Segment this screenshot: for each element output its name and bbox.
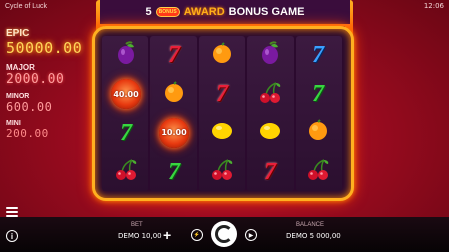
jackpot-value: 600.00: [6, 100, 53, 114]
symbol-orange: [150, 75, 198, 114]
jackpot-major: MAJOR 2000.00: [6, 63, 96, 87]
jackpot-name: MINOR: [6, 93, 30, 100]
banner-count: 5: [145, 6, 152, 18]
symbol-cherry: [102, 152, 150, 191]
bonus-badge: BONUS: [155, 7, 180, 17]
seven-green-icon: 7: [312, 81, 324, 108]
clock: 12:06: [423, 2, 444, 10]
bet-label: BET: [131, 222, 143, 228]
turbo-icon[interactable]: ⚡: [191, 229, 203, 241]
symbol-lemon: [246, 114, 294, 153]
symbol-orange: [198, 36, 246, 75]
symbol-seven-red: 7: [246, 152, 294, 191]
cherry-icon: [113, 156, 139, 187]
symbol-plum: [102, 36, 150, 75]
jackpot-value: 50000.00: [6, 39, 83, 57]
symbol-seven-red: 7: [150, 36, 198, 75]
lemon-icon: [257, 117, 283, 148]
orange-icon: [161, 79, 187, 110]
symbol-coin: 10.00: [150, 114, 198, 153]
jackpot-panel: EPIC 50000.00 MAJOR 2000.00 MINOR 600.00…: [6, 28, 96, 146]
seven-green-icon: 7: [168, 158, 180, 185]
coin-value: 40.00: [111, 79, 141, 110]
plum-icon: [113, 40, 139, 71]
spin-icon: [215, 225, 233, 243]
symbol-plum: [246, 36, 294, 75]
jackpot-value: 200.00: [6, 127, 49, 140]
seven-green-icon: 7: [120, 119, 132, 146]
coin-value: 10.00: [159, 117, 189, 148]
symbol-coin: 40.00: [102, 75, 150, 114]
symbol-seven-red: 7: [198, 75, 246, 114]
seven-red-icon: 7: [168, 42, 180, 69]
banner-award: AWARD: [183, 6, 225, 18]
symbol-seven-green: 7: [150, 152, 198, 191]
info-icon[interactable]: i: [6, 230, 18, 242]
bet-value: DEMO 10,00: [118, 232, 162, 240]
cherry-icon: [209, 156, 235, 187]
app-title: Cycle of Luck: [5, 2, 48, 10]
symbol-lemon: [198, 114, 246, 153]
reel-grid: 7 7 40.00 7 7 7 10.00 7 7: [102, 36, 342, 191]
orange-icon: [305, 117, 331, 148]
menu-icon[interactable]: [6, 207, 18, 217]
jackpot-mini: MINI 200.00: [6, 120, 96, 140]
jackpot-epic: EPIC 50000.00: [6, 28, 96, 57]
orange-icon: [209, 40, 235, 71]
symbol-orange: [294, 114, 342, 153]
symbol-seven-green: 7: [294, 75, 342, 114]
seven-red-icon: 7: [216, 81, 228, 108]
seven-blue-icon: 7: [312, 42, 324, 69]
spin-button[interactable]: [211, 221, 237, 247]
symbol-cherry: [294, 152, 342, 191]
plum-icon: [257, 40, 283, 71]
jackpot-name: EPIC: [6, 28, 30, 39]
cherry-icon: [305, 156, 331, 187]
symbol-seven-blue: 7: [294, 36, 342, 75]
balance-label: BALANCE: [296, 222, 325, 228]
lemon-icon: [209, 117, 235, 148]
symbol-cherry: [246, 75, 294, 114]
cherry-icon: [257, 79, 283, 110]
symbol-cherry: [198, 152, 246, 191]
banner-text: BONUS GAME: [228, 6, 305, 18]
jackpot-name: MAJOR: [6, 63, 35, 72]
seven-red-icon: 7: [264, 158, 276, 185]
balance-value: DEMO 5 000,00: [286, 232, 341, 240]
jackpot-name: MINI: [6, 120, 21, 127]
jackpot-value: 2000.00: [6, 72, 65, 87]
symbol-seven-green: 7: [102, 114, 150, 153]
autoplay-icon[interactable]: ▶: [245, 229, 257, 241]
increase-bet-button[interactable]: +: [163, 227, 171, 243]
bonus-banner: 5 BONUS AWARD BONUS GAME: [100, 0, 350, 26]
jackpot-minor: MINOR 600.00: [6, 93, 96, 114]
